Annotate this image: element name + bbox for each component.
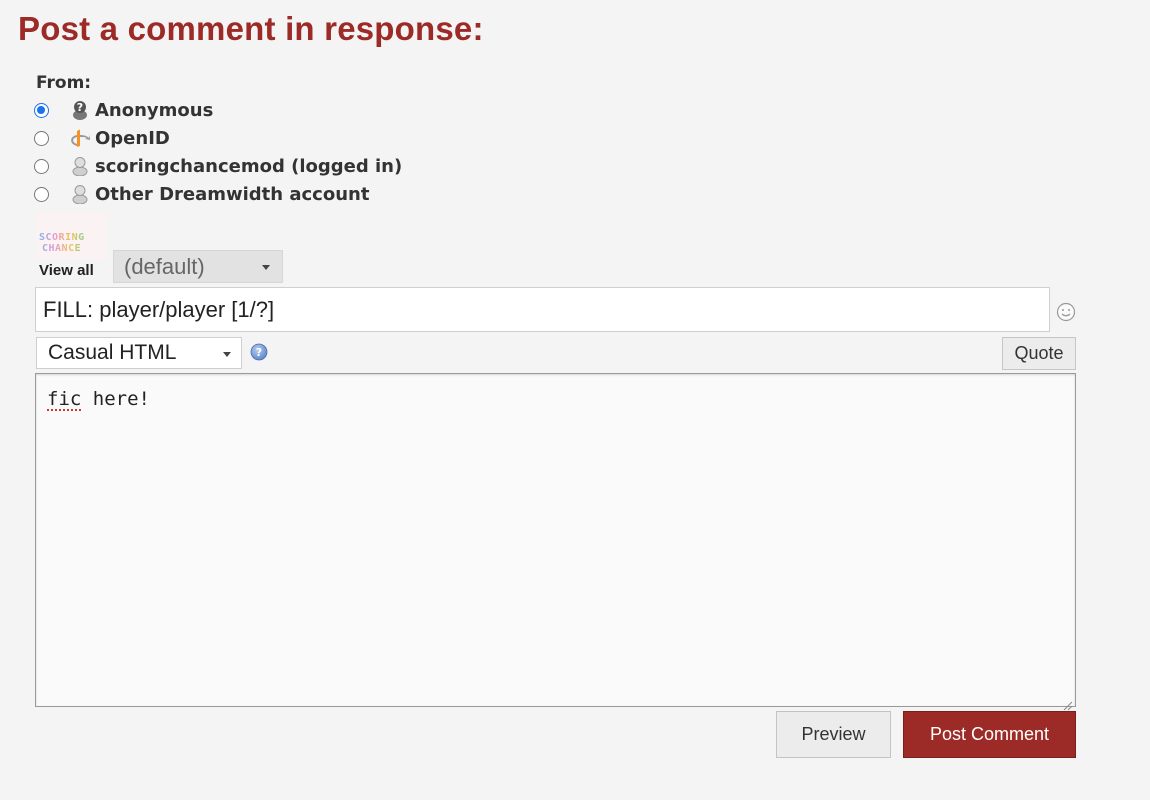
from-option-anonymous[interactable]: ? Anonymous bbox=[34, 98, 213, 122]
user-icon bbox=[69, 183, 91, 205]
openid-radio[interactable] bbox=[34, 130, 49, 146]
userpic-select-value: (default) bbox=[124, 254, 205, 279]
userpic-logo-line2: CHANCE bbox=[42, 243, 82, 254]
anonymous-icon: ? bbox=[69, 99, 91, 121]
view-all-link[interactable]: View all bbox=[39, 262, 94, 279]
svg-text:?: ? bbox=[77, 101, 83, 114]
openid-icon bbox=[69, 127, 91, 149]
other-account-label: Other Dreamwidth account bbox=[95, 183, 370, 205]
other-account-radio[interactable] bbox=[34, 186, 49, 202]
current-user-radio[interactable] bbox=[34, 158, 49, 174]
resize-handle-icon[interactable] bbox=[1063, 694, 1073, 711]
chevron-down-icon bbox=[262, 265, 270, 270]
chevron-down-icon bbox=[223, 352, 231, 357]
user-icon bbox=[69, 155, 91, 177]
anonymous-label: Anonymous bbox=[95, 99, 214, 121]
from-label: From: bbox=[36, 73, 92, 93]
subject-input[interactable] bbox=[35, 287, 1050, 332]
help-icon[interactable]: ? bbox=[250, 343, 268, 361]
from-option-current-user[interactable]: scoringchancemod (logged in) bbox=[34, 154, 402, 178]
openid-label: OpenID bbox=[95, 127, 170, 149]
userpic-image: SCORING CHANCE bbox=[36, 212, 106, 260]
anonymous-radio[interactable] bbox=[34, 102, 49, 118]
quote-button[interactable]: Quote bbox=[1002, 337, 1076, 370]
smiley-icon[interactable] bbox=[1056, 302, 1076, 322]
userpic-logo: SCORING CHANCE bbox=[39, 232, 85, 254]
format-select[interactable]: Casual HTML bbox=[36, 337, 242, 369]
preview-button[interactable]: Preview bbox=[776, 711, 891, 758]
misspelled-word: fic bbox=[47, 388, 82, 410]
from-option-openid[interactable]: OpenID bbox=[34, 126, 170, 150]
userpic-select[interactable]: (default) bbox=[113, 250, 283, 283]
comment-body-textarea[interactable]: fic here! bbox=[35, 373, 1076, 711]
svg-text:?: ? bbox=[256, 346, 262, 359]
userpic-logo-line1: SCORING bbox=[39, 232, 85, 243]
format-select-value: Casual HTML bbox=[48, 341, 177, 364]
current-user-label: scoringchancemod (logged in) bbox=[95, 155, 403, 177]
body-text: here! bbox=[81, 388, 150, 410]
from-option-other-account[interactable]: Other Dreamwidth account bbox=[34, 182, 369, 206]
post-comment-button[interactable]: Post Comment bbox=[903, 711, 1076, 758]
page-title: Post a comment in response: bbox=[18, 10, 484, 47]
